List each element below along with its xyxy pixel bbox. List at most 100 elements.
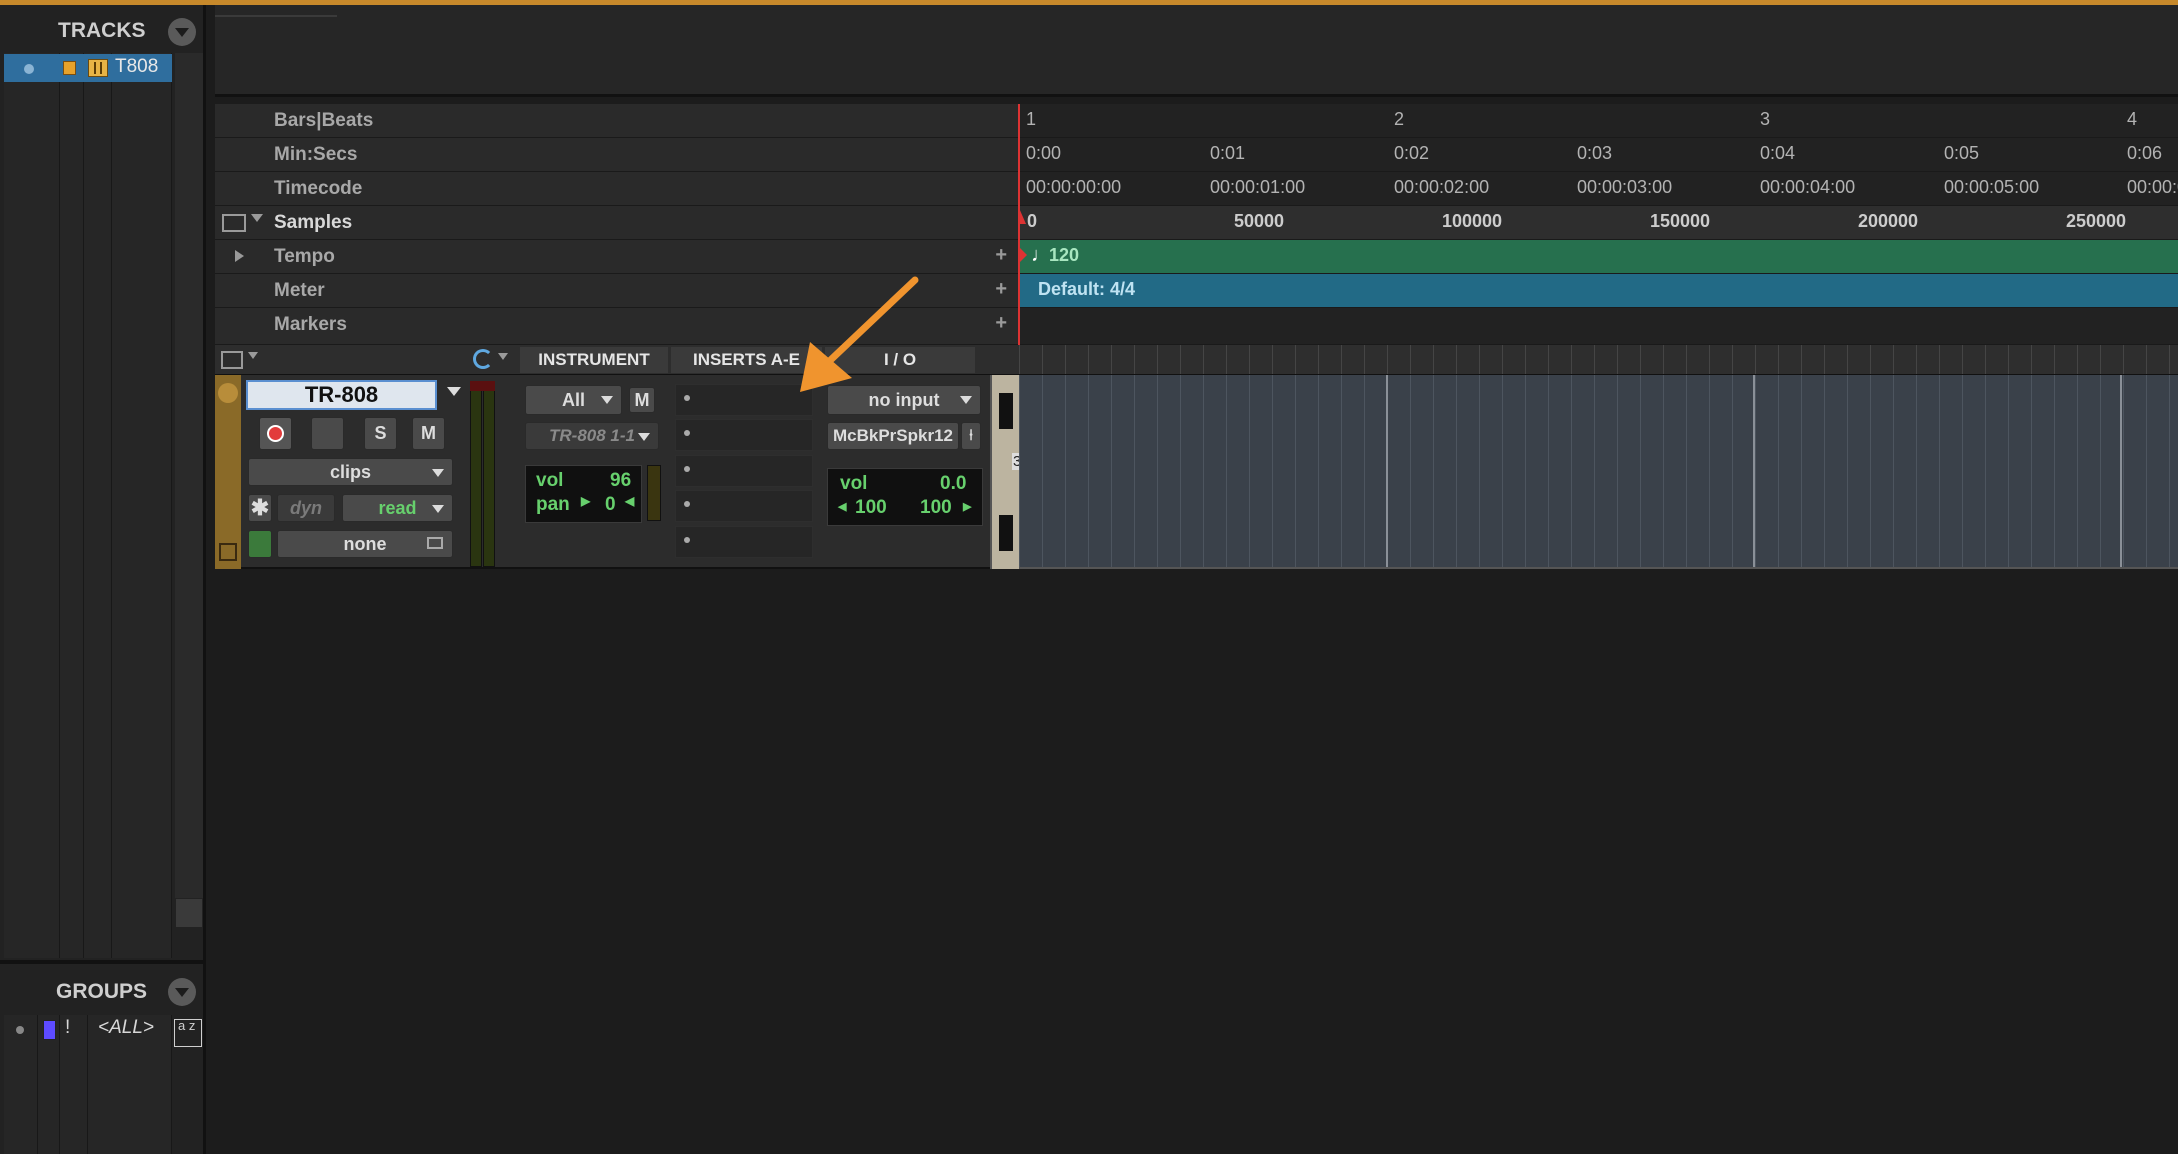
ruler-label-tempo[interactable]: Tempo + — [215, 240, 1019, 274]
track-view-selector[interactable]: clips — [248, 458, 453, 486]
insert-slot-d[interactable] — [675, 490, 813, 522]
input-monitor-button[interactable] — [311, 417, 344, 450]
annotation-arrow-icon — [800, 276, 919, 392]
tracks-list-color-column — [60, 53, 84, 958]
ruler-tick: 0 — [1027, 211, 1038, 231]
midi-velocity-meter — [647, 465, 661, 521]
output-vol-value[interactable]: 0.0 — [940, 473, 966, 495]
track-height-strip[interactable]: 3 — [990, 375, 1023, 569]
track-strip-handle[interactable] — [999, 515, 1013, 551]
waveform-view-icon[interactable] — [473, 349, 493, 369]
output-vol-label: vol — [840, 473, 868, 494]
meter-ruler[interactable]: Default: 4/4 — [1019, 274, 2178, 308]
add-marker-plus-icon[interactable]: + — [995, 312, 1007, 335]
add-tempo-plus-icon[interactable]: + — [995, 244, 1007, 267]
track-name-menu-chevron-icon[interactable] — [447, 387, 461, 396]
ruler-tick: 0:01 — [1210, 143, 1246, 163]
insert-slot-c[interactable] — [675, 455, 813, 487]
edit-columns-icon[interactable] — [221, 351, 243, 369]
dyn-button[interactable]: dyn — [277, 494, 335, 522]
timebase-icon[interactable] — [248, 530, 272, 558]
tempo-ruler[interactable]: ♩ 120 — [1019, 240, 2178, 274]
edit-columns-chevron-icon[interactable] — [248, 352, 258, 359]
output-vol-pan-display[interactable]: vol 0.0 ◀ 100 100 ▶ — [827, 468, 983, 526]
panel-divider — [0, 960, 206, 964]
insert-slot-e[interactable] — [675, 526, 813, 558]
sort-az-icon[interactable]: a z — [174, 1019, 202, 1047]
bar-line — [1386, 375, 1388, 567]
group-active-dot-icon[interactable] — [16, 1026, 24, 1034]
ruler-timecode[interactable]: 00:00:00:00 00:00:01:00 00:00:02:00 00:0… — [1019, 172, 2178, 206]
timeline-grid-header — [1019, 345, 2178, 375]
elastic-audio-asterisk-icon[interactable]: ✱ — [248, 494, 272, 522]
ruler-tick: 1 — [1026, 109, 1037, 129]
tracks-list-type-column — [84, 53, 112, 958]
automation-mode-selector[interactable]: read — [342, 494, 453, 522]
output-pan-left-value[interactable]: 100 — [855, 497, 887, 519]
group-name[interactable]: <ALL> — [98, 1017, 154, 1039]
instrument-pan-value[interactable]: 0 — [605, 494, 616, 516]
instrument-vol-pan-display[interactable]: vol 96 pan ▶ 0 ◀ — [525, 465, 642, 523]
ruler-tick: 250000 — [2066, 211, 2127, 231]
column-header-instrument[interactable]: INSTRUMENT — [520, 347, 668, 373]
track-name-field[interactable]: TR-808 — [246, 380, 437, 410]
playlist-name: none — [343, 534, 387, 554]
mute-button[interactable]: M — [412, 417, 445, 450]
tracks-list-scroll-thumb[interactable] — [175, 898, 203, 928]
ruler-tick: 00:00:06:00 — [2127, 177, 2178, 197]
record-icon — [267, 425, 284, 442]
pan-right-arrow-icon: ▶ — [963, 501, 972, 513]
bar-line — [1753, 375, 1755, 567]
track-list-item[interactable]: T808 — [4, 54, 172, 82]
instrument-pan-label: pan — [536, 494, 570, 515]
midi-output-selector[interactable]: TR-808 1-1 — [525, 422, 659, 450]
output-pan-right-value[interactable]: 100 — [920, 497, 952, 519]
output-window-icon[interactable]: ⍿ — [961, 422, 981, 450]
tracks-menu-chevron-icon[interactable] — [168, 18, 196, 46]
group-color-swatch — [43, 1020, 56, 1040]
tempo-value[interactable]: 120 — [1049, 245, 1079, 266]
view-options-chevron-icon[interactable] — [498, 353, 508, 360]
tempo-note-icon: ♩ — [1031, 244, 1051, 266]
ruler-label-min-secs[interactable]: Min:Secs — [215, 138, 1019, 172]
bar-line — [2120, 375, 2122, 567]
instrument-track-icon — [88, 59, 108, 77]
ruler-view-menu-icon[interactable] — [222, 214, 246, 232]
track-expand-chevron-icon[interactable] — [218, 383, 238, 403]
midi-input-selector[interactable]: All — [525, 385, 622, 415]
meter-value[interactable]: Default: 4/4 — [1038, 279, 1135, 300]
ruler-bars-beats[interactable]: 1 2 3 4 — [1019, 104, 2178, 138]
toolbar-tab-indicator — [215, 15, 337, 17]
midi-mute-button[interactable]: M — [629, 387, 655, 413]
ruler-view-chevron-icon[interactable] — [251, 214, 263, 222]
track-strip-handle[interactable] — [999, 393, 1013, 429]
ruler-label-timecode[interactable]: Timecode — [215, 172, 1019, 206]
playlist-selector[interactable]: none — [277, 530, 453, 558]
ruler-tick: 00:00:05:00 — [1944, 177, 2040, 197]
ruler-label-samples[interactable]: Samples — [215, 206, 1019, 240]
edit-toolbar-area — [215, 5, 2178, 97]
tracks-list-scrollbar[interactable] — [175, 53, 203, 898]
ruler-tick: 150000 — [1650, 211, 1711, 231]
groups-menu-chevron-icon[interactable] — [168, 978, 196, 1006]
instrument-vol-value[interactable]: 96 — [610, 470, 631, 492]
solo-button[interactable]: S — [364, 417, 397, 450]
pan-left-arrow-icon: ◀ — [625, 494, 635, 508]
markers-ruler[interactable] — [1019, 308, 2178, 345]
groups-list-column — [4, 1015, 38, 1154]
playlist-menu-icon[interactable] — [427, 537, 443, 549]
add-meter-plus-icon[interactable]: + — [995, 278, 1007, 301]
track-show-dot-icon[interactable] — [24, 64, 34, 74]
ruler-samples[interactable]: 0 50000 100000 150000 200000 250000 — [1019, 206, 2178, 240]
ruler-tick: 00:00:02:00 — [1394, 177, 1490, 197]
insert-slot-b[interactable] — [675, 419, 813, 451]
tempo-expand-triangle-icon[interactable] — [235, 250, 244, 262]
ruler-min-secs[interactable]: 0:00 0:01 0:02 0:03 0:04 0:05 0:06 — [1019, 138, 2178, 172]
record-enable-button[interactable] — [259, 417, 292, 450]
pan-left-arrow-icon: ◀ — [838, 501, 847, 513]
track-playlist-area[interactable] — [1019, 375, 2178, 569]
audio-output-selector[interactable]: McBkPrSpkr12 — [827, 422, 959, 450]
group-flag: ! — [65, 1017, 71, 1038]
track-link-icon[interactable] — [219, 543, 237, 561]
ruler-label-bars-beats[interactable]: Bars|Beats — [215, 104, 1019, 138]
